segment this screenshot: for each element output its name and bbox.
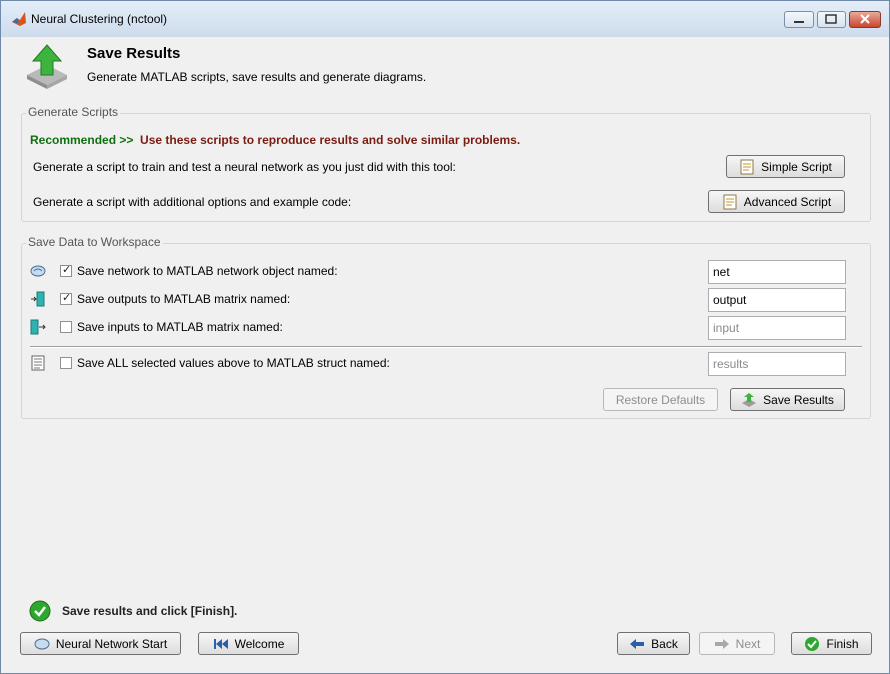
advanced-script-label: Advanced Script [743, 194, 832, 209]
save-results-button[interactable]: Save Results [730, 388, 845, 411]
recommended-note: Recommended >> Use these scripts to repr… [30, 133, 520, 147]
network-icon [30, 265, 46, 277]
save-all-label: Save ALL selected values above to MATLAB… [77, 356, 390, 370]
close-button[interactable] [849, 11, 881, 28]
network-name-input[interactable]: net [708, 260, 846, 284]
output-icon [31, 291, 45, 307]
maximize-icon [825, 14, 837, 24]
checkmark-icon: ✓ [62, 292, 72, 304]
next-button[interactable]: Next [699, 632, 775, 655]
save-inputs-label: Save inputs to MATLAB matrix named: [77, 320, 283, 334]
minimize-icon [794, 21, 804, 23]
arrow-right-icon [714, 636, 730, 652]
simple-script-button[interactable]: Simple Script [726, 155, 845, 178]
separator [30, 346, 862, 348]
save-network-checkbox[interactable]: ✓ [60, 264, 72, 277]
save-all-checkbox[interactable] [60, 357, 72, 369]
app-window: Neural Clustering (nctool) Save Results … [0, 0, 890, 674]
back-button[interactable]: Back [617, 632, 690, 655]
advanced-script-description: Generate a script with additional option… [33, 195, 352, 209]
save-inputs-checkbox[interactable] [60, 321, 72, 333]
client-area: Save Results Generate MATLAB scripts, sa… [9, 37, 881, 665]
title-bar[interactable]: Neural Clustering (nctool) [1, 1, 889, 37]
simple-script-description: Generate a script to train and test a ne… [33, 160, 456, 174]
script-icon [739, 159, 755, 175]
generate-scripts-label: Generate Scripts [26, 105, 121, 119]
simple-script-label: Simple Script [761, 159, 832, 174]
arrow-left-icon [629, 636, 645, 652]
finish-label: Finish [826, 636, 859, 651]
welcome-label: Welcome [234, 636, 285, 651]
save-network-label: Save network to MATLAB network object na… [77, 264, 338, 278]
restore-defaults-button[interactable]: Restore Defaults [603, 388, 718, 411]
save-data-group: Save Data to Workspace ✓ Save network to… [21, 235, 871, 419]
struct-icon [31, 355, 45, 371]
rewind-icon [213, 636, 229, 652]
next-label: Next [735, 636, 761, 651]
output-name-input[interactable]: output [708, 288, 846, 312]
status-message: Save results and click [Finish]. [62, 604, 238, 618]
check-circle-icon [804, 636, 820, 652]
recommended-text: Use these scripts to reproduce results a… [140, 133, 521, 147]
maximize-button[interactable] [817, 11, 846, 28]
struct-name-input[interactable]: results [708, 352, 846, 376]
generate-scripts-group: Generate Scripts Recommended >> Use thes… [21, 105, 871, 222]
window-title: Neural Clustering (nctool) [31, 12, 168, 26]
neural-network-start-button[interactable]: Neural Network Start [20, 632, 181, 655]
matlab-logo-icon [12, 12, 26, 26]
finish-button[interactable]: Finish [791, 632, 872, 655]
welcome-button[interactable]: Welcome [198, 632, 299, 655]
neural-network-start-label: Neural Network Start [55, 636, 168, 651]
recommended-prefix: Recommended >> [30, 133, 134, 147]
network-icon [34, 636, 50, 652]
save-data-label: Save Data to Workspace [26, 235, 163, 249]
page-title: Save Results [87, 45, 181, 62]
save-outputs-checkbox[interactable]: ✓ [60, 292, 72, 305]
save-results-label: Save Results [763, 392, 834, 407]
minimize-button[interactable] [784, 11, 814, 28]
restore-defaults-label: Restore Defaults [615, 392, 706, 407]
page-subtitle: Generate MATLAB scripts, save results an… [87, 70, 427, 84]
checkmark-icon: ✓ [62, 264, 72, 276]
input-name-input[interactable]: input [708, 316, 846, 340]
input-icon [30, 319, 46, 335]
save-outputs-label: Save outputs to MATLAB matrix named: [77, 292, 291, 306]
check-circle-icon [29, 600, 51, 622]
save-results-icon [27, 44, 67, 89]
close-icon [860, 14, 870, 24]
save-icon [741, 392, 757, 408]
script-icon [722, 194, 738, 210]
advanced-script-button[interactable]: Advanced Script [708, 190, 845, 213]
back-label: Back [651, 636, 678, 651]
